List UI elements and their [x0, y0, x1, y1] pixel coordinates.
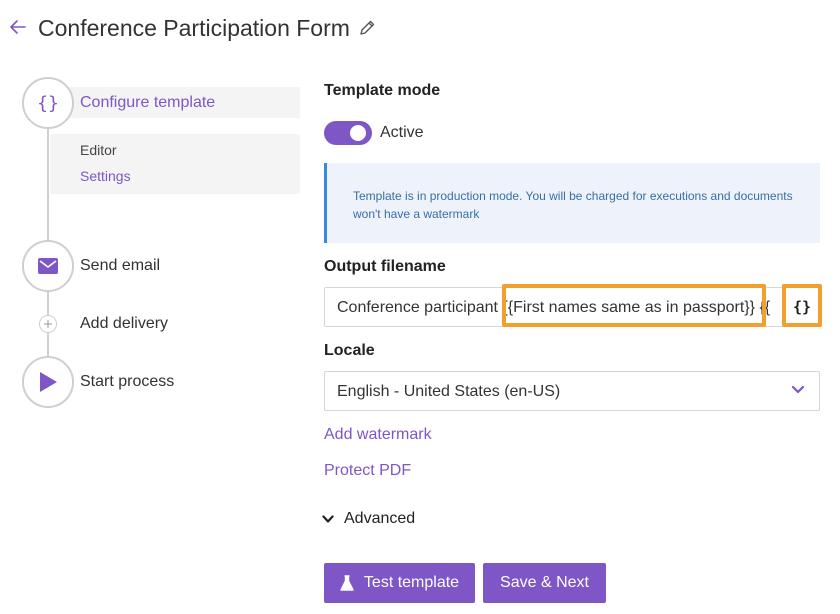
placeholder-highlight-box — [502, 284, 766, 327]
advanced-label: Advanced — [344, 510, 416, 527]
curly-braces-icon: {} — [37, 92, 59, 114]
chevron-down-icon — [322, 514, 334, 523]
test-template-button[interactable]: Test template — [324, 563, 475, 603]
save-next-label: Save & Next — [500, 574, 589, 591]
pencil-edit-icon[interactable] — [358, 19, 376, 37]
template-mode-toggle[interactable] — [324, 121, 372, 145]
insert-placeholder-button[interactable]: {} — [784, 287, 820, 327]
advanced-toggle[interactable]: Advanced — [322, 510, 415, 528]
locale-label: Locale — [324, 342, 375, 359]
page-header: Conference Participation Form — [10, 10, 376, 46]
step-add-delivery[interactable]: Add delivery — [80, 315, 168, 333]
start-process-step-icon[interactable] — [22, 356, 74, 408]
send-email-step-icon[interactable] — [22, 240, 74, 292]
production-mode-info-box: Template is in production mode. You will… — [324, 163, 820, 243]
configure-template-step-icon[interactable]: {} — [22, 77, 74, 129]
flask-icon — [340, 575, 354, 591]
step-configure-template[interactable]: Configure template — [80, 94, 215, 112]
template-mode-label: Template mode — [324, 82, 441, 99]
add-delivery-plus-icon[interactable] — [39, 315, 57, 333]
protect-pdf-link[interactable]: Protect PDF — [324, 462, 411, 480]
substep-settings[interactable]: Settings — [80, 168, 131, 184]
play-icon — [40, 372, 57, 392]
filename-prefix: Conference participant — [337, 299, 503, 316]
step-send-email[interactable]: Send email — [80, 257, 160, 275]
step-start-process[interactable]: Start process — [80, 373, 174, 391]
add-watermark-link[interactable]: Add watermark — [324, 426, 432, 444]
save-next-button[interactable]: Save & Next — [483, 563, 606, 603]
locale-value: English - United States (en-US) — [337, 383, 561, 400]
substep-editor[interactable]: Editor — [80, 142, 117, 158]
curly-braces-icon: {} — [792, 298, 812, 316]
envelope-icon — [38, 258, 58, 274]
toggle-active-label: Active — [380, 124, 424, 141]
back-arrow-icon[interactable] — [10, 17, 36, 40]
info-text: Template is in production mode. You will… — [353, 189, 793, 221]
locale-select[interactable]: English - United States (en-US) — [324, 371, 820, 411]
test-template-label: Test template — [363, 574, 460, 591]
page-title: Conference Participation Form — [38, 14, 350, 41]
output-filename-label: Output filename — [324, 258, 446, 275]
chevron-down-icon — [791, 385, 805, 394]
